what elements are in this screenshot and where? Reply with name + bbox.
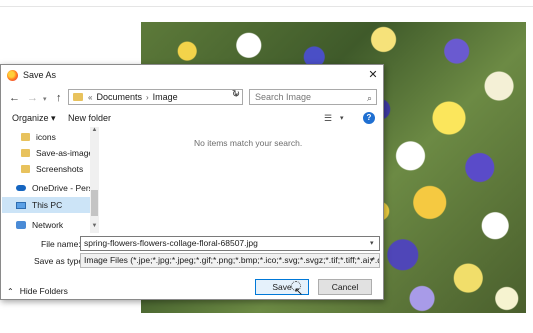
sidebar-item-onedrive[interactable]: OneDrive - Persor (2, 180, 90, 196)
breadcrumb-image[interactable]: Image (153, 92, 178, 102)
refresh-icon[interactable]: ↻ (229, 89, 243, 103)
sidebar-item-label: OneDrive - Persor (32, 183, 90, 193)
mouse-cursor-icon: ↖ (294, 286, 304, 298)
view-dropdown-icon[interactable]: ▾ (340, 114, 344, 122)
recent-locations-chevron-icon[interactable]: ▾ (43, 93, 47, 107)
organize-button[interactable]: Organize ▾ (12, 113, 56, 124)
search-input[interactable]: Search Image ⌕ (249, 89, 377, 105)
new-folder-button[interactable]: New folder (68, 113, 111, 123)
folder-icon (21, 149, 30, 157)
dialog-title: Save As (23, 70, 57, 80)
navigation-pane: icons Save-as-image-t Screenshots OneDri… (2, 127, 99, 233)
navigation-pane-scrollbar[interactable] (90, 127, 99, 233)
help-icon[interactable]: ? (363, 112, 375, 124)
cancel-button[interactable]: Cancel (318, 279, 372, 295)
navigation-bar: ← → ▾ ↑ « Documents › Image ▾ ↻ Search I… (1, 88, 383, 108)
page-top-divider (0, 6, 533, 7)
save-as-dialog: Save As ✕ ← → ▾ ↑ « Documents › Image ▾ … (0, 64, 384, 300)
sidebar-item-label: Screenshots (36, 164, 84, 174)
sidebar-item-label: icons (36, 132, 56, 142)
empty-results-message: No items match your search. (194, 138, 303, 148)
close-button[interactable]: ✕ (366, 68, 380, 82)
folder-icon (21, 133, 30, 141)
breadcrumb-overflow-icon[interactable]: « (88, 93, 92, 102)
sidebar-item-label: This PC (32, 200, 63, 210)
file-name-dropdown-icon[interactable]: ▾ (370, 239, 374, 247)
save-as-type-select[interactable]: Image Files (*.jpe;*.jpg;*.jpeg;*.gif;*.… (80, 253, 380, 268)
forward-arrow-icon[interactable]: → (27, 91, 38, 105)
search-icon: ⌕ (366, 93, 372, 103)
sidebar-item-this-pc[interactable]: This PC (2, 197, 90, 213)
cloud-icon (16, 185, 26, 191)
scrollbar-thumb[interactable] (91, 190, 98, 216)
computer-icon (16, 201, 26, 209)
breadcrumb-separator-icon[interactable]: › (146, 93, 149, 102)
firefox-logo-icon (7, 70, 18, 81)
save-as-type-label: Save as type: (34, 256, 86, 266)
breadcrumb-documents[interactable]: Documents (96, 92, 142, 102)
sidebar-item-save-as-image[interactable]: Save-as-image-t (2, 145, 90, 161)
chevron-up-icon: ⌃ (7, 286, 14, 296)
back-arrow-icon[interactable]: ← (9, 91, 20, 105)
up-arrow-icon[interactable]: ↑ (56, 91, 62, 105)
search-placeholder: Search Image (255, 92, 312, 102)
command-toolbar: Organize ▾ New folder ☰ ▾ ? (1, 111, 383, 127)
sidebar-item-network[interactable]: Network (2, 217, 90, 233)
file-name-label: File name: (41, 239, 81, 249)
sidebar-item-label: Network (32, 220, 64, 230)
sidebar-item-icons[interactable]: icons (2, 129, 90, 145)
folder-icon (73, 93, 83, 101)
sidebar-item-label: Save-as-image-t (36, 148, 90, 158)
save-as-type-dropdown-icon[interactable]: ▾ (370, 256, 374, 264)
sidebar-item-screenshots[interactable]: Screenshots (2, 161, 90, 177)
hide-folders-toggle[interactable]: ⌃ Hide Folders (7, 286, 68, 296)
file-name-field[interactable]: spring-flowers-flowers-collage-floral-68… (80, 236, 380, 251)
view-options-icon[interactable]: ☰ (324, 113, 332, 124)
hide-folders-label: Hide Folders (19, 286, 68, 296)
dialog-titlebar: Save As ✕ (1, 65, 383, 86)
scroll-down-icon[interactable]: ▼ (90, 223, 99, 229)
folder-icon (21, 165, 30, 173)
network-icon (16, 221, 26, 229)
cancel-button-label: Cancel (331, 282, 359, 292)
scroll-up-icon[interactable]: ▲ (90, 127, 99, 133)
address-bar[interactable]: « Documents › Image ▾ (68, 89, 243, 105)
save-button-label: Save (272, 282, 292, 292)
